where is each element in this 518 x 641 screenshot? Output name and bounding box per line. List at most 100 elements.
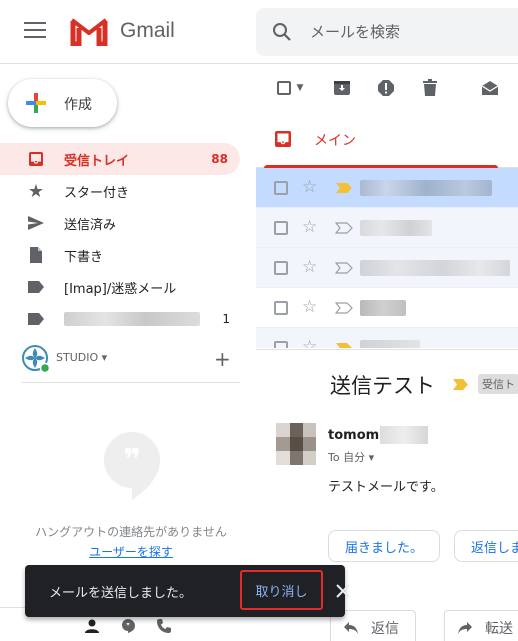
phone-icon[interactable] [152,614,176,638]
star-icon[interactable]: ☆ [302,337,317,348]
row-checkbox[interactable] [274,341,288,348]
smart-reply-chip[interactable]: 返信しま [454,530,518,562]
search-icon[interactable] [272,22,292,42]
not-important-marker-icon[interactable] [334,220,354,236]
compose-button[interactable]: 作成 [8,79,117,127]
sidebar-item-label: 受信トレイ [64,153,130,169]
sidebar-item-label: [Imap]/迷惑メール [64,281,177,297]
select-dropdown[interactable]: ▼ [294,78,306,98]
svg-text:❞: ❞ [126,622,130,630]
email-row[interactable]: ☆ [256,288,518,328]
inbox-label-chip[interactable]: 受信ト [478,374,518,394]
email-row[interactable]: ☆ [256,328,518,348]
row-checkbox[interactable] [274,261,288,275]
search-bar[interactable] [256,8,518,56]
label-count: 1 [222,312,230,326]
sidebar-item-spam[interactable]: [Imap]/迷惑メール [0,271,240,303]
smart-reply-chip[interactable]: 届きました。 [328,530,441,562]
svg-text:❞: ❞ [123,443,141,478]
sidebar-item-sent[interactable]: 送信済み [0,207,240,239]
hangouts-user-name[interactable]: STUDIO ▾ [56,351,107,364]
row-checkbox[interactable] [274,301,288,315]
blurred-sender [360,300,406,316]
sidebar-item-inbox[interactable]: 受信トレイ 88 [0,143,240,175]
archive-icon[interactable] [332,78,352,98]
category-tabs: メイン [256,112,518,168]
chat-bubble-icon[interactable]: ❞ [116,614,140,638]
sender-avatar[interactable] [276,423,316,465]
reply-icon [344,622,358,634]
main-menu-button[interactable] [24,22,46,40]
close-icon[interactable] [333,581,353,601]
sidebar-item-drafts[interactable]: 下書き [0,239,240,271]
sidebar-nav: 受信トレイ 88 ★ スター付き 送信済み 下書き [Imap]/迷惑メール 1 [0,143,240,335]
undo-button[interactable]: 取り消し [240,570,323,610]
not-important-marker-icon[interactable] [334,260,354,276]
important-marker-icon[interactable] [452,378,470,391]
plus-icon [26,93,46,113]
label-icon [26,309,46,329]
recipient-details[interactable]: To 自分 ▾ [328,449,374,465]
row-checkbox[interactable] [274,181,288,195]
add-contact-icon[interactable]: + [214,347,231,371]
sidebar-item-label: 送信済み [64,217,117,233]
star-icon[interactable]: ☆ [302,217,317,237]
blurred-sender [360,180,492,196]
important-marker-icon[interactable] [334,340,354,348]
email-toolbar: ▼ [256,64,518,112]
email-subject: 送信テスト [330,374,435,398]
email-row[interactable]: ☆ [256,248,518,288]
checkbox-icon [277,81,291,95]
delete-icon[interactable] [420,78,440,98]
hangouts-avatar[interactable] [22,345,50,373]
person-icon[interactable] [80,614,104,638]
divider [22,382,240,383]
not-important-marker-icon[interactable] [334,300,354,316]
label-icon [26,277,46,297]
blurred-sender-surname [380,426,428,444]
row-checkbox[interactable] [274,221,288,235]
blurred-sender [360,260,510,276]
blurred-sender [360,220,432,236]
sidebar-item-starred[interactable]: ★ スター付き [0,175,240,207]
blurred-label [64,312,200,326]
forward-button[interactable]: 転送 [444,610,518,641]
sidebar-item-label-hidden[interactable]: 1 [0,303,240,335]
select-all-checkbox[interactable] [274,78,294,98]
send-icon [26,213,46,233]
forward-icon [458,622,472,634]
app-header: Gmail [0,0,518,64]
star-icon[interactable]: ☆ [302,257,317,277]
caret-down-icon: ▼ [296,83,304,93]
hangouts-header: STUDIO ▾ + [22,343,240,373]
sender-name: tomomi [328,428,384,443]
mark-read-icon[interactable] [480,78,500,98]
inbox-icon [26,149,46,169]
tab-main-label: メイン [314,133,356,149]
star-icon[interactable]: ☆ [302,177,317,197]
star-icon: ★ [27,180,45,202]
gmail-logo-icon[interactable] [70,16,108,46]
email-body: テストメールです。 [328,480,444,495]
app-name: Gmail [120,19,175,42]
star-icon[interactable]: ☆ [302,297,317,317]
compose-label: 作成 [64,97,92,113]
search-input[interactable] [310,20,510,44]
blurred-sender [360,340,420,348]
hangouts-bubble-icon: ❞ [104,432,160,500]
important-marker-icon[interactable] [334,180,354,196]
sidebar-item-label: 下書き [64,249,104,265]
tab-main[interactable]: メイン [264,112,498,168]
report-spam-icon[interactable] [376,78,396,98]
email-row[interactable]: ☆ [256,168,518,208]
email-row[interactable]: ☆ [256,208,518,248]
hangouts-empty-text: ハングアウトの連絡先がありません [35,525,227,539]
draft-icon [26,245,46,265]
menu-icon [24,22,46,24]
unread-count: 88 [211,152,228,166]
sidebar-item-label: スター付き [64,185,130,201]
chevron-down-icon: ▾ [101,351,108,364]
snackbar-message: メールを送信しました。 [49,586,193,601]
email-list: ☆ ☆ ☆ ☆ ☆ [256,168,518,348]
find-users-link[interactable]: ユーザーを探す [0,543,262,560]
